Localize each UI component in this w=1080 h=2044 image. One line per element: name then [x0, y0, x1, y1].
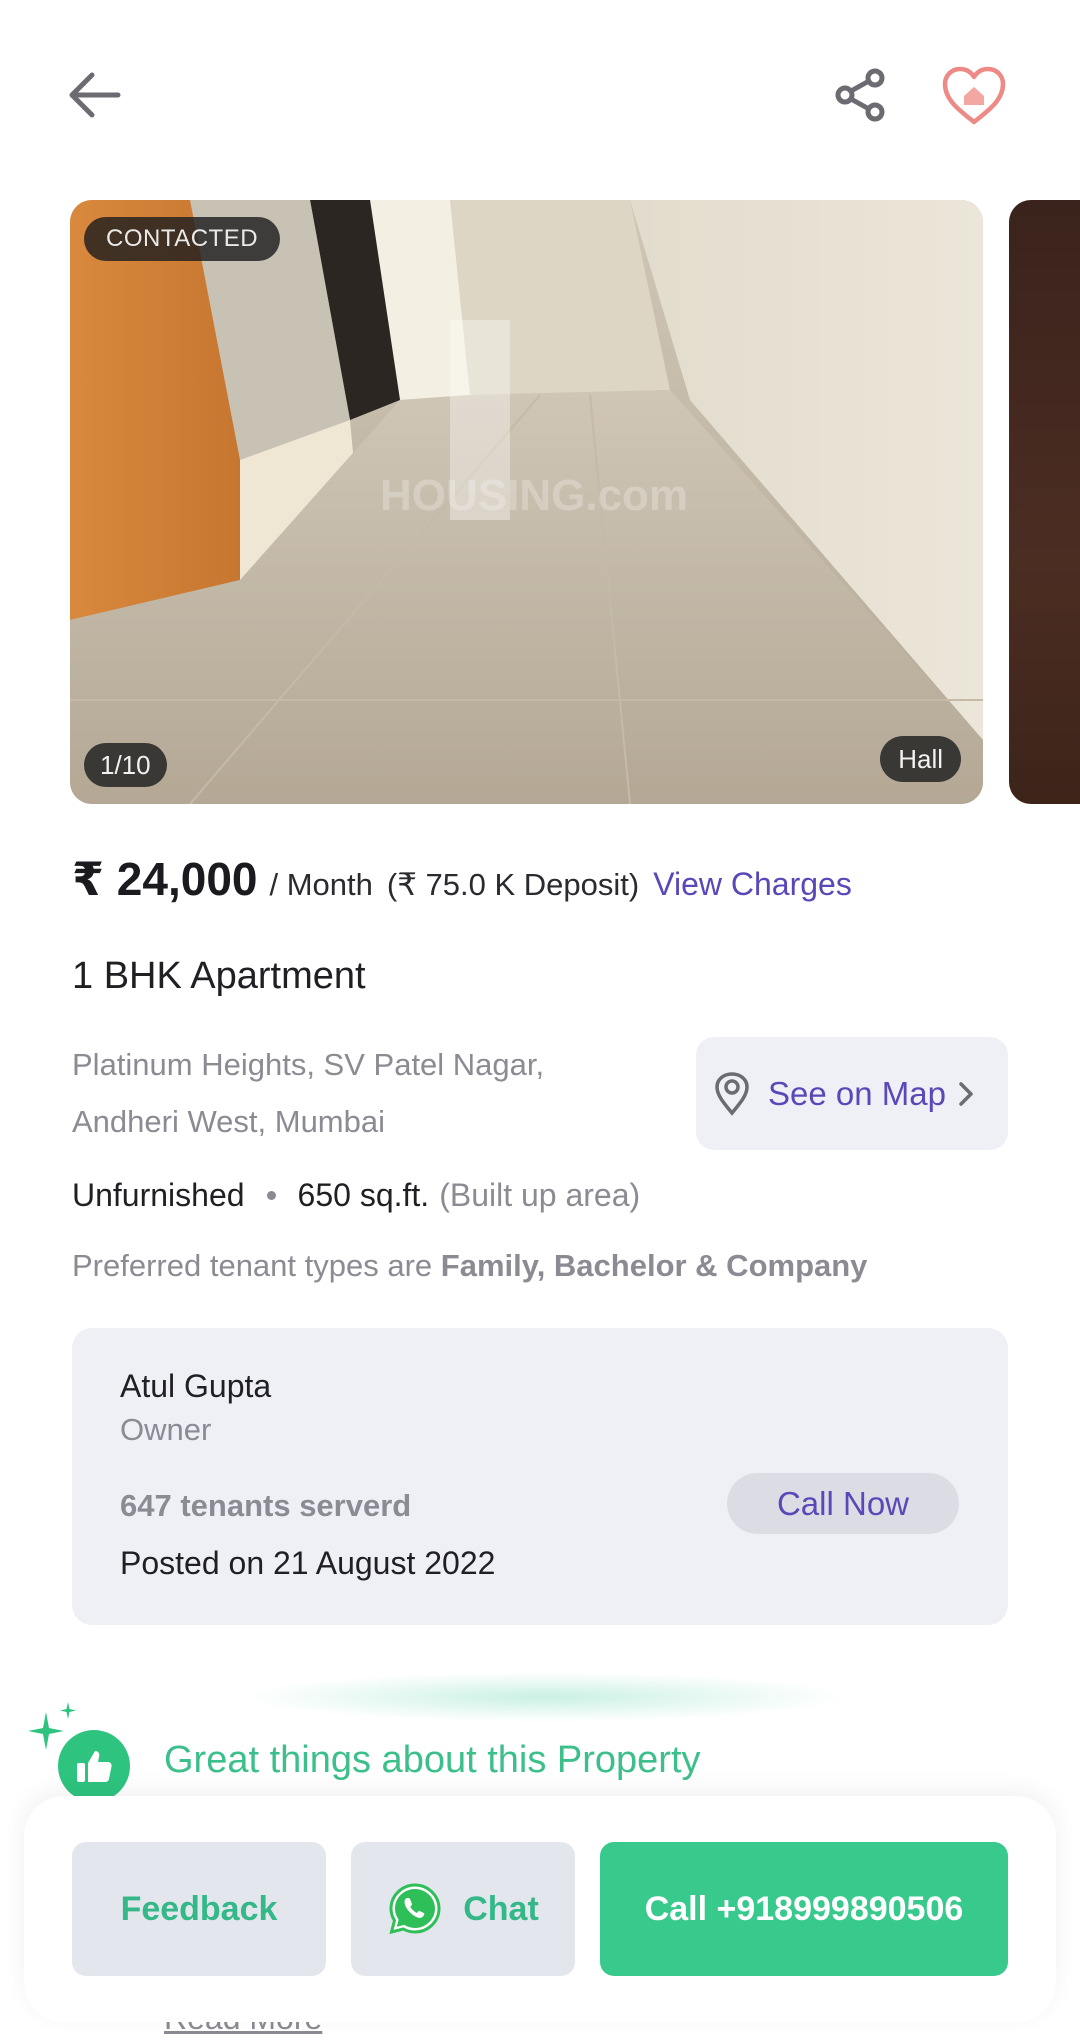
feedback-label: Feedback [120, 1889, 278, 1928]
whatsapp-icon [389, 1883, 441, 1935]
back-arrow-icon [69, 72, 121, 118]
separator-dot [266, 1191, 276, 1200]
owner-name: Atul Gupta [120, 1368, 272, 1404]
rent-period: / Month [269, 867, 373, 902]
chat-button[interactable]: Chat [351, 1842, 575, 1976]
room-label-badge: Hall [880, 736, 961, 782]
top-bar [0, 0, 1080, 190]
furnishing-status: Unfurnished [72, 1177, 245, 1213]
owner-card: Atul Gupta Owner 647 tenants serverd Pos… [72, 1328, 1008, 1625]
price-row: ₹ 24,000 / Month (₹ 75.0 K Deposit) View… [72, 852, 852, 912]
preferred-tenants: Preferred tenant types are Family, Bache… [72, 1248, 867, 1284]
built-up-area: 650 sq.ft. [297, 1177, 430, 1213]
property-address: Platinum Heights, SV Patel Nagar, Andher… [72, 1036, 632, 1150]
deposit-amount: (₹ 75.0 K Deposit) [386, 867, 640, 902]
tenant-types: Family, Bachelor & Company [440, 1248, 868, 1283]
next-photo-preview[interactable] [1009, 200, 1080, 804]
tenants-prefix: Preferred tenant types are [72, 1248, 433, 1283]
heart-home-icon [942, 66, 1006, 125]
feedback-button[interactable]: Feedback [72, 1842, 326, 1976]
highlight-glow [240, 1672, 850, 1722]
photo-gallery[interactable]: HOUSING.com CONTACTED 1/10 Hall [0, 200, 1080, 804]
share-icon [835, 68, 885, 122]
thumbs-up-badge [58, 1730, 130, 1802]
map-pin-icon [715, 1071, 749, 1116]
shortlist-button[interactable] [934, 58, 1014, 134]
address-line-2: Andheri West, Mumbai [72, 1104, 385, 1139]
thumbs-up-icon [77, 1751, 112, 1782]
owner-role: Owner [120, 1412, 212, 1447]
chevron-right-icon [959, 1081, 973, 1106]
see-on-map-label: See on Map [768, 1074, 946, 1112]
view-charges-link[interactable]: View Charges [653, 866, 852, 903]
area-note: (Built up area) [439, 1177, 641, 1213]
call-now-button[interactable]: Call Now [727, 1473, 959, 1534]
chat-label: Chat [463, 1889, 539, 1928]
call-owner-label: Call +918999890506 [644, 1889, 964, 1928]
see-on-map-button[interactable]: See on Map [696, 1037, 1008, 1150]
rent-price: ₹ 24,000 [72, 853, 258, 905]
call-owner-button[interactable]: Call +918999890506 [600, 1842, 1008, 1976]
share-button[interactable] [826, 60, 896, 130]
property-photo[interactable]: HOUSING.com CONTACTED 1/10 Hall [70, 200, 983, 804]
highlights-title: Great things about this Property [164, 1739, 701, 1781]
photo-counter: 1/10 [84, 743, 167, 787]
property-specs: Unfurnished 650 sq.ft. (Built up area) [72, 1177, 640, 1214]
property-title: 1 BHK Apartment [72, 955, 366, 997]
posted-date: Posted on 21 August 2022 [120, 1545, 496, 1581]
tenants-served: 647 tenants serverd [120, 1488, 412, 1523]
svg-text:HOUSING.com: HOUSING.com [380, 471, 688, 520]
back-button[interactable] [60, 60, 130, 130]
address-line-1: Platinum Heights, SV Patel Nagar, [72, 1047, 545, 1082]
room-image: HOUSING.com [70, 200, 983, 804]
bottom-action-bar: Feedback Chat Call +918999890506 [24, 1796, 1056, 2022]
contacted-badge: CONTACTED [84, 217, 281, 261]
